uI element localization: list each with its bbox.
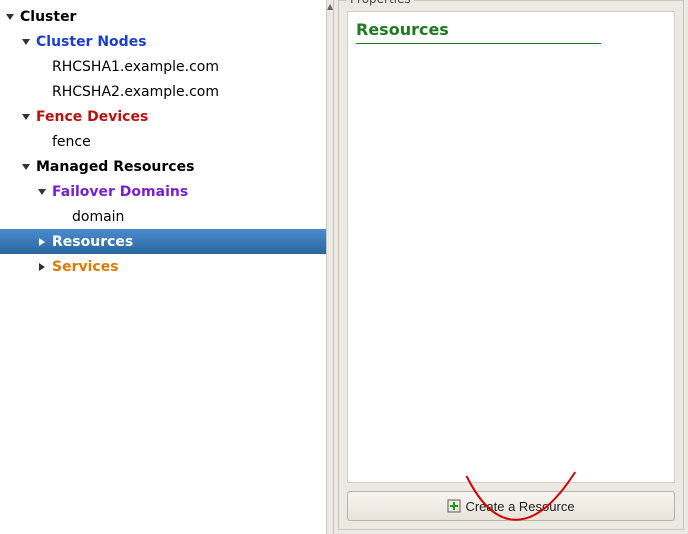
tree-item-resources[interactable]: Resources bbox=[0, 229, 326, 254]
tree-label: Resources bbox=[52, 234, 133, 250]
tree-label: domain bbox=[72, 209, 124, 225]
properties-group: Properties Resources Create a Resource bbox=[338, 0, 684, 530]
tree-label: Cluster bbox=[20, 9, 76, 25]
properties-content: Resources bbox=[347, 11, 675, 483]
create-resource-button[interactable]: Create a Resource bbox=[347, 491, 675, 521]
tree-label: fence bbox=[52, 134, 91, 150]
cluster-tree: Cluster Cluster Nodes RHCSHA1.example.co… bbox=[0, 0, 326, 279]
tree-label: Fence Devices bbox=[36, 109, 148, 125]
properties-panel: Properties Resources Create a Resource bbox=[334, 0, 688, 534]
tree-label: RHCSHA2.example.com bbox=[52, 84, 219, 100]
expand-toggle-icon[interactable] bbox=[36, 186, 48, 198]
tree-label: Managed Resources bbox=[36, 159, 194, 175]
tree-item-node[interactable]: RHCSHA1.example.com bbox=[0, 54, 326, 79]
tree-panel: Cluster Cluster Nodes RHCSHA1.example.co… bbox=[0, 0, 326, 534]
tree-item-failover-domains[interactable]: Failover Domains bbox=[0, 179, 326, 204]
properties-heading: Resources bbox=[356, 20, 601, 44]
tree-item-node[interactable]: RHCSHA2.example.com bbox=[0, 79, 326, 104]
expand-toggle-icon[interactable] bbox=[4, 11, 16, 23]
expand-toggle-icon[interactable] bbox=[20, 111, 32, 123]
splitter-arrow-icon: ▲ bbox=[327, 2, 333, 11]
tree-item-cluster-nodes[interactable]: Cluster Nodes bbox=[0, 29, 326, 54]
tree-label: RHCSHA1.example.com bbox=[52, 59, 219, 75]
tree-item-cluster[interactable]: Cluster bbox=[0, 4, 326, 29]
tree-label: Services bbox=[52, 259, 119, 275]
tree-item-managed-resources[interactable]: Managed Resources bbox=[0, 154, 326, 179]
tree-label: Failover Domains bbox=[52, 184, 188, 200]
tree-item-domain[interactable]: domain bbox=[0, 204, 326, 229]
collapse-toggle-icon[interactable] bbox=[36, 236, 48, 248]
tree-label: Cluster Nodes bbox=[36, 34, 147, 50]
expand-toggle-icon[interactable] bbox=[20, 36, 32, 48]
add-icon bbox=[447, 499, 461, 513]
pane-splitter[interactable]: ▲ bbox=[326, 0, 334, 534]
tree-item-fence[interactable]: fence bbox=[0, 129, 326, 154]
expand-toggle-icon[interactable] bbox=[20, 161, 32, 173]
tree-item-fence-devices[interactable]: Fence Devices bbox=[0, 104, 326, 129]
tree-item-services[interactable]: Services bbox=[0, 254, 326, 279]
collapse-toggle-icon[interactable] bbox=[36, 261, 48, 273]
create-resource-label: Create a Resource bbox=[465, 499, 574, 514]
properties-group-label: Properties bbox=[347, 0, 414, 6]
